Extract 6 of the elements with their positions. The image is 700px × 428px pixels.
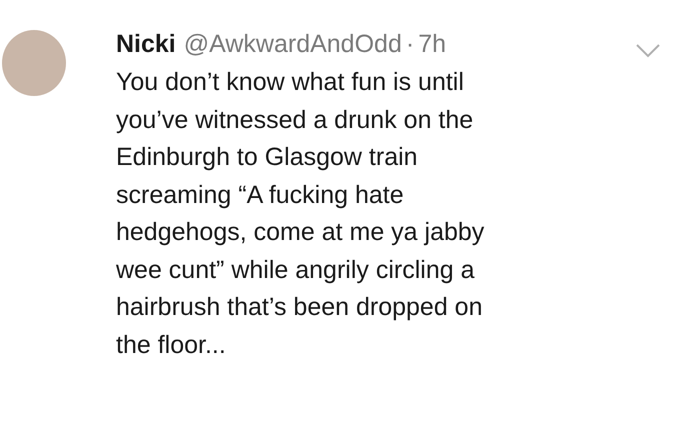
chevron-down-icon[interactable] <box>636 44 660 58</box>
tweet-time[interactable]: 7h <box>418 30 446 59</box>
display-name[interactable]: Nicki <box>116 30 176 59</box>
separator-dot: · <box>406 30 414 59</box>
user-handle[interactable]: @AwkwardAndOdd <box>184 30 402 59</box>
tweet-text: You don’t know what fun is until you’ve witnessed a drunk on the Edinburgh to Glasgow train screaming “A fucking hate hedgehogs, come at me ya jabby wee cunt” while angrily circling a hairbrush that’s been dropped on the floor... <box>116 67 486 360</box>
